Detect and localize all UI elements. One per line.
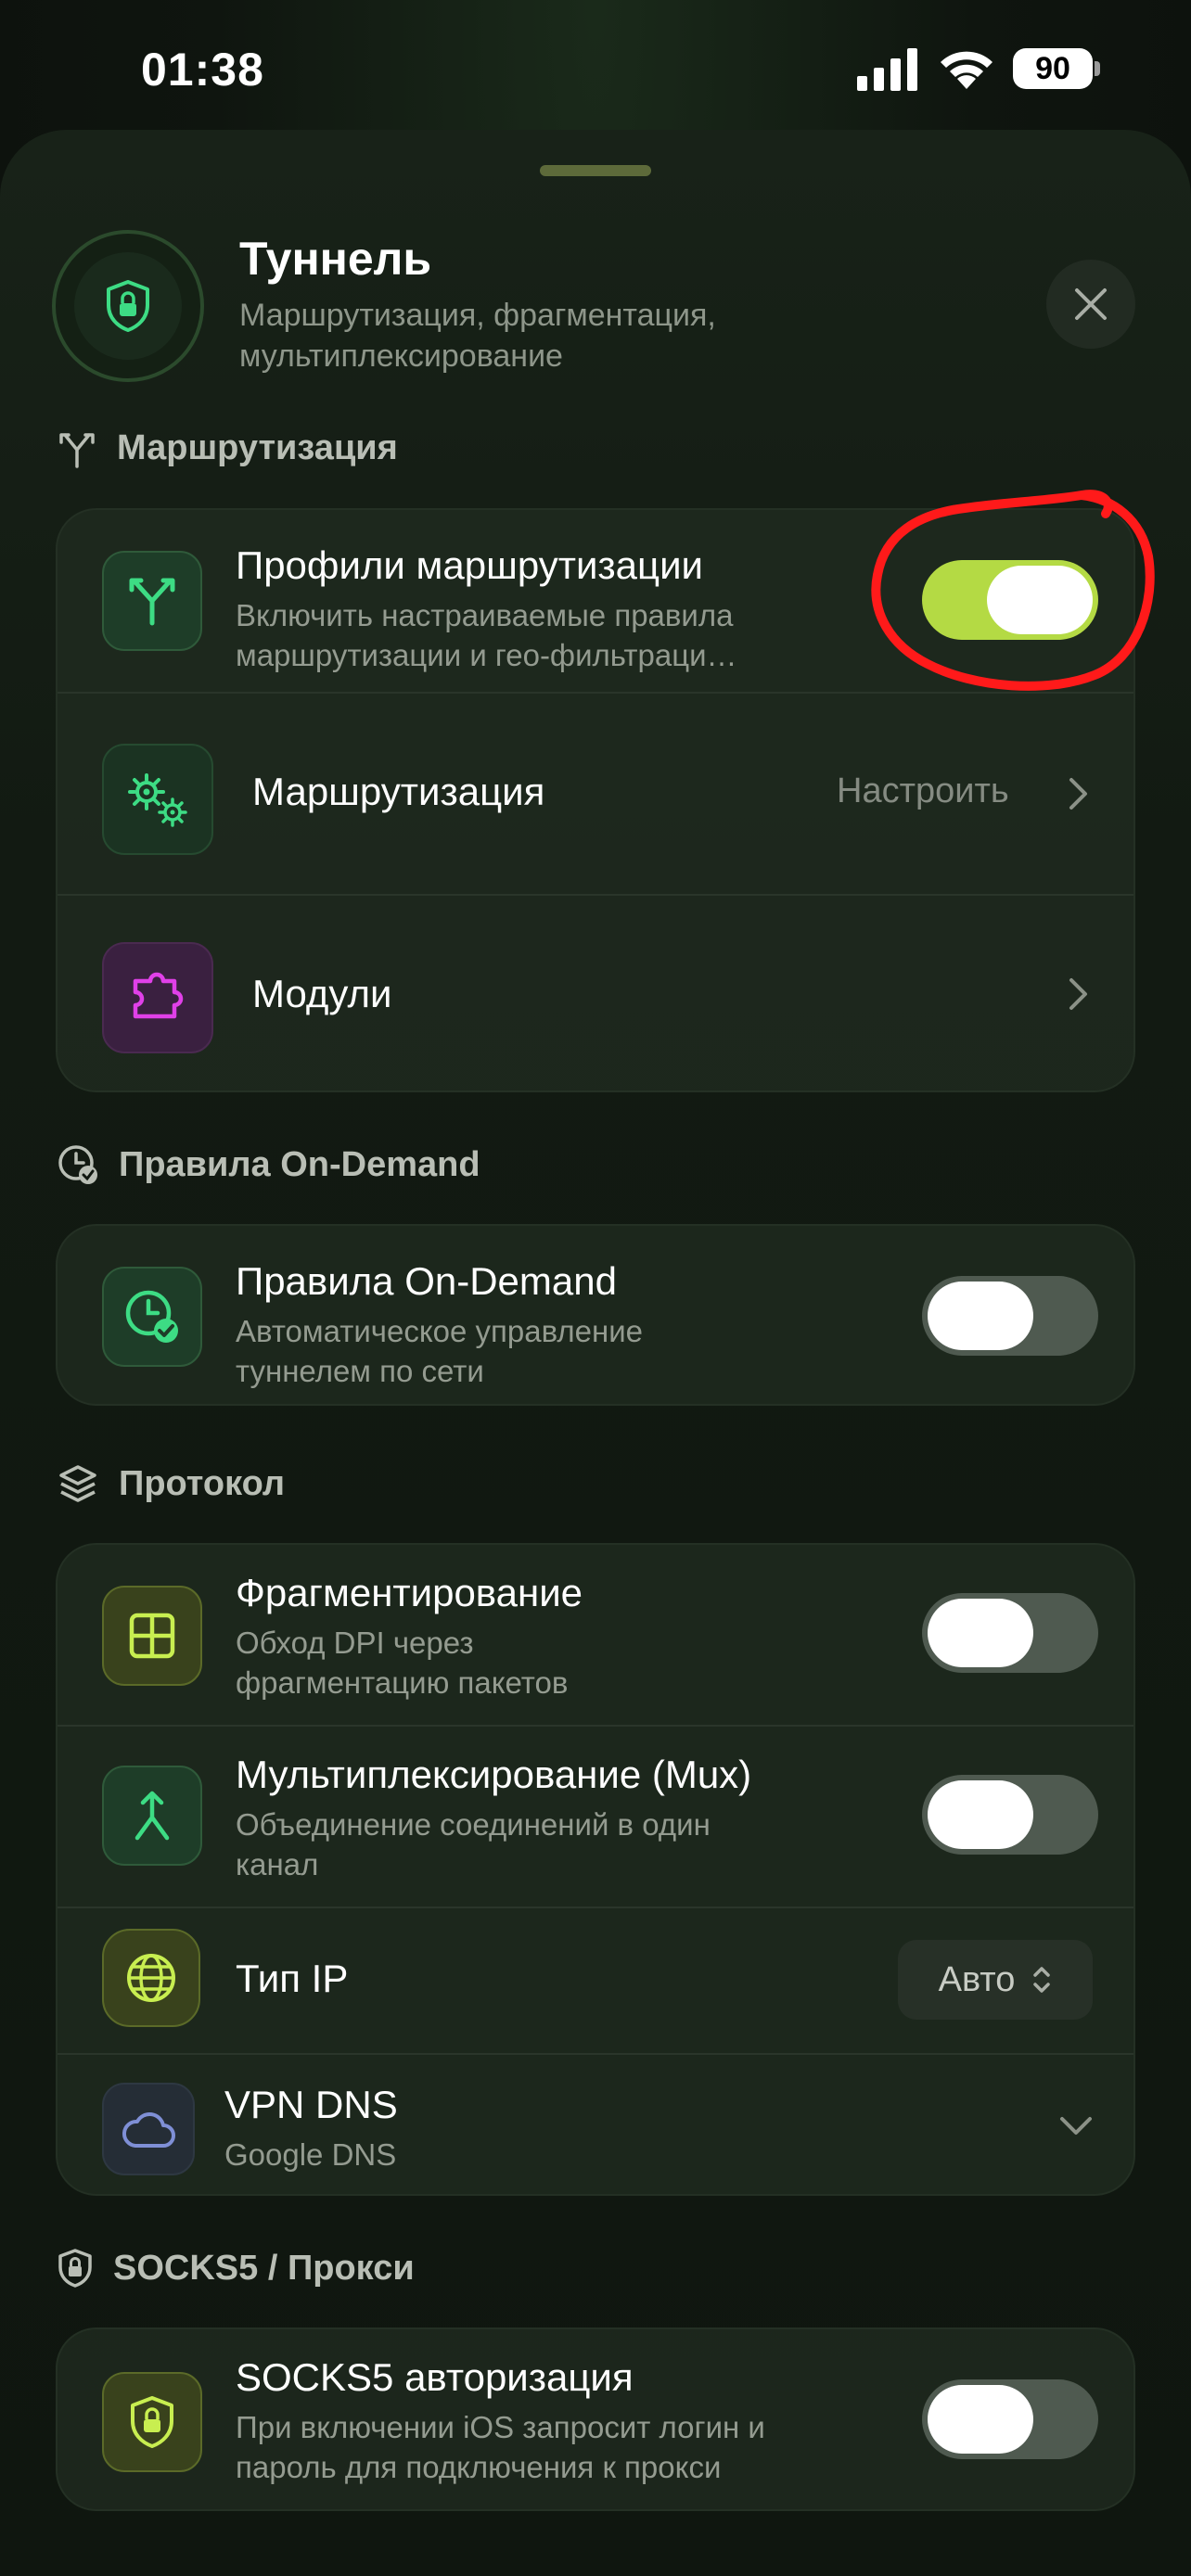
- fragmentation-toggle[interactable]: [922, 1593, 1098, 1673]
- section-label-routing: Маршрутизация: [58, 428, 398, 468]
- routing-profiles-toggle[interactable]: [922, 560, 1098, 640]
- battery-indicator: 90: [1013, 48, 1102, 89]
- socks-auth-row: SOCKS5 авторизация При включении iOS зап…: [58, 2329, 1133, 2509]
- ip-type-value: Авто: [938, 1959, 1016, 1999]
- section-label-socks: SOCKS5 / Прокси: [58, 2248, 415, 2289]
- tunnel-sheet: Туннель Маршрутизация, фрагментация, мул…: [0, 130, 1191, 2576]
- fragmentation-title: Фрагментирование: [236, 1571, 583, 1614]
- status-time: 01:38: [141, 44, 264, 96]
- ip-type-icon-tile: [102, 1929, 200, 2027]
- socks-auth-subtitle: При включении iOS запросит логин и парол…: [236, 2410, 765, 2484]
- socks-auth-toggle[interactable]: [922, 2379, 1098, 2459]
- mux-subtitle: Объединение соединений в один канал: [236, 1807, 711, 1881]
- branch-icon: [59, 432, 95, 468]
- chevron-right-icon: [1069, 978, 1087, 1010]
- ip-type-select[interactable]: Авто: [898, 1940, 1093, 2020]
- routing-title: Маршрутизация: [252, 770, 545, 813]
- routing-profiles-icon-tile: [102, 551, 202, 651]
- split-arrow-icon: [129, 578, 175, 626]
- sheet-title: Туннель: [239, 233, 432, 285]
- on-demand-icon-tile: [102, 1267, 202, 1367]
- mux-title: Мультиплексирование (Mux): [236, 1753, 752, 1796]
- modules-icon-tile: [102, 942, 213, 1053]
- section-label-text: SOCKS5 / Прокси: [113, 2248, 415, 2288]
- section-label-protocol: Протокол: [58, 1463, 285, 1504]
- on-demand-toggle[interactable]: [922, 1276, 1098, 1356]
- fragmentation-icon-tile: [102, 1586, 202, 1686]
- vpn-dns-title: VPN DNS: [224, 2083, 398, 2126]
- screen: 01:38 90 Туннель Маршрутизация, фрагмент…: [0, 0, 1191, 2576]
- shield-lock-icon: [107, 280, 149, 332]
- routing-value: Настроить: [837, 772, 1009, 810]
- shield-lock-icon: [58, 2249, 92, 2288]
- on-demand-title: Правила On-Demand: [236, 1259, 617, 1303]
- sheet-subtitle: Маршрутизация, фрагментация, мультиплекс…: [239, 298, 716, 374]
- close-button[interactable]: [1046, 260, 1135, 349]
- chevron-up-down-icon: [1033, 1967, 1051, 1993]
- section-label-text: Протокол: [119, 1463, 286, 1503]
- gears-icon: [128, 773, 187, 827]
- routing-profiles-subtitle: Включить настраиваемые правила маршрутиз…: [236, 598, 737, 672]
- vpn-dns-value: Google DNS: [224, 2137, 397, 2172]
- mux-toggle[interactable]: [922, 1775, 1098, 1855]
- routing-icon-tile: [102, 744, 213, 855]
- merge-arrow-icon: [134, 1791, 170, 1841]
- battery-percent: 90: [1035, 51, 1070, 86]
- tunnel-header-icon: [52, 230, 204, 382]
- ip-type-row: Тип IP Авто: [58, 1908, 1133, 2053]
- mux-icon-tile: [102, 1766, 202, 1866]
- routing-row[interactable]: Маршрутизация Настроить: [58, 694, 1133, 894]
- grid-icon: [129, 1613, 175, 1659]
- section-label-text: Правила On-Demand: [119, 1144, 480, 1184]
- fragmentation-row: Фрагментирование Обход DPI через фрагмен…: [58, 1545, 1133, 1725]
- sheet-grabber[interactable]: [540, 165, 651, 176]
- ip-type-title: Тип IP: [236, 1957, 349, 2000]
- mux-row: Мультиплексирование (Mux) Объединение со…: [58, 1727, 1133, 1906]
- on-demand-subtitle: Автоматическое управление туннелем по се…: [236, 1314, 643, 1388]
- socks-auth-title: SOCKS5 авторизация: [236, 2355, 634, 2399]
- protocol-card: Фрагментирование Обход DPI через фрагмен…: [56, 1543, 1135, 2196]
- globe-icon: [127, 1954, 175, 2002]
- socks-auth-icon-tile: [102, 2372, 202, 2472]
- routing-profiles-row: Профили маршрутизации Включить настраива…: [58, 510, 1133, 692]
- fragmentation-subtitle: Обход DPI через фрагментацию пакетов: [236, 1626, 569, 1700]
- shield-lock-icon: [131, 2396, 173, 2448]
- clock-check-icon: [58, 1145, 97, 1184]
- status-bar: 01:38 90: [0, 0, 1191, 139]
- clock-check-icon: [125, 1290, 178, 1343]
- socks-card: SOCKS5 авторизация При включении iOS зап…: [56, 2327, 1135, 2511]
- on-demand-row: Правила On-Demand Автоматическое управле…: [58, 1226, 1133, 1404]
- section-label-on-demand: Правила On-Demand: [58, 1144, 480, 1185]
- close-icon: [1075, 288, 1107, 320]
- chevron-down-icon: [1060, 2117, 1092, 2135]
- puzzle-icon: [133, 972, 184, 1019]
- chevron-right-icon: [1069, 778, 1087, 810]
- routing-profiles-title: Профили маршрутизации: [236, 543, 704, 587]
- wifi-icon: [941, 51, 992, 89]
- on-demand-card: Правила On-Demand Автоматическое управле…: [56, 1224, 1135, 1406]
- cellular-signal-icon: [857, 48, 917, 91]
- vpn-dns-row[interactable]: VPN DNS Google DNS: [58, 2055, 1133, 2194]
- vpn-dns-icon-tile: [102, 2083, 195, 2175]
- layers-icon: [59, 1465, 96, 1502]
- section-label-text: Маршрутизация: [117, 428, 398, 467]
- modules-row[interactable]: Модули: [58, 896, 1133, 1090]
- modules-title: Модули: [252, 972, 392, 1015]
- cloud-icon: [122, 2111, 175, 2148]
- routing-card: Профили маршрутизации Включить настраива…: [56, 508, 1135, 1092]
